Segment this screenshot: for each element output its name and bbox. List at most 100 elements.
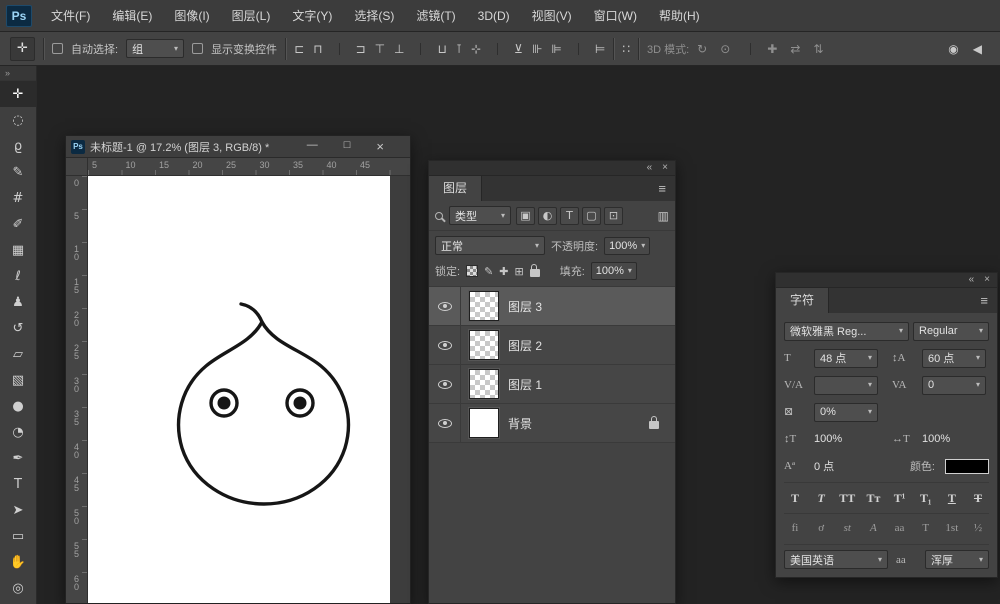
kerning-field[interactable]: ▾ xyxy=(814,375,878,395)
document-titlebar[interactable]: Ps 未标题-1 @ 17.2% (图层 3, RGB/8) * — □ × xyxy=(66,136,410,158)
layer-row[interactable]: 图层 3 xyxy=(429,287,675,326)
language-dropdown[interactable]: 美国英语 ▾ xyxy=(784,550,888,569)
text-color-swatch[interactable] xyxy=(945,458,989,474)
distribute-left-edges-icon[interactable]: ⊪ xyxy=(532,43,542,55)
current-tool-icon[interactable]: ✛ xyxy=(10,36,35,61)
3d-drag-icon[interactable]: ✚ xyxy=(750,42,777,55)
leading-field[interactable]: 60 点 ▾ xyxy=(922,348,986,368)
antialias-dropdown[interactable]: 浑厚 ▾ xyxy=(925,550,989,569)
options-bar-extra-icon-1[interactable]: ◉ xyxy=(948,43,958,55)
opacity-field[interactable]: 100% ▾ xyxy=(604,236,651,255)
close-button[interactable]: × xyxy=(376,140,384,153)
layer-visibility-toggle[interactable] xyxy=(429,326,461,364)
move-tool[interactable]: ✛ xyxy=(0,81,36,107)
blend-mode-dropdown[interactable]: 正常 ▾ xyxy=(435,236,545,255)
dodge-tool[interactable]: ◔ xyxy=(0,419,36,445)
vertical-scale-value[interactable]: 100% xyxy=(814,433,878,445)
menu-view[interactable]: 视图(V) xyxy=(521,1,583,31)
auto-align-layers-icon[interactable]: ∷ xyxy=(622,43,630,55)
font-size-field[interactable]: 48 点 ▾ xyxy=(814,348,878,368)
auto-select-checkbox[interactable] xyxy=(52,43,63,54)
layer-thumbnail[interactable] xyxy=(469,291,499,321)
lasso-tool[interactable]: ϱ xyxy=(0,133,36,159)
lock-position-icon[interactable]: ✚ xyxy=(499,266,508,277)
distribute-top-edges-icon[interactable]: ⊺ xyxy=(456,43,462,55)
discretionary-ligatures-button[interactable]: st xyxy=(836,519,858,538)
align-right-edges-icon[interactable]: ⊐ xyxy=(338,42,366,55)
font-style-dropdown[interactable]: Regular ▾ xyxy=(913,321,989,341)
align-left-edges-icon[interactable]: ⊏ xyxy=(294,43,304,55)
menu-select[interactable]: 选择(S) xyxy=(343,1,405,31)
blur-tool[interactable]: ● xyxy=(0,393,36,419)
swash-button[interactable]: A xyxy=(862,519,884,538)
filter-pixel-layers-icon[interactable]: ▣ xyxy=(516,206,535,225)
clone-stamp-tool[interactable]: ♟ xyxy=(0,289,36,315)
contextual-alternates-button[interactable]: ơ xyxy=(810,519,832,538)
menu-file[interactable]: 文件(F) xyxy=(40,1,101,31)
canvas-area[interactable] xyxy=(88,176,410,603)
faux-bold-button[interactable]: T xyxy=(784,488,806,507)
filter-adjustment-layers-icon[interactable]: ◐ xyxy=(538,206,557,225)
layer-visibility-toggle[interactable] xyxy=(429,404,461,442)
stylistic-alternates-button[interactable]: aa xyxy=(889,519,911,538)
align-top-edges-icon[interactable]: ⊤ xyxy=(375,43,385,55)
tracking-field[interactable]: 0 ▾ xyxy=(922,375,986,395)
gradient-tool[interactable]: ▧ xyxy=(0,367,36,393)
distribute-right-edges-icon[interactable]: ⊨ xyxy=(577,42,605,55)
eraser-tool[interactable]: ▱ xyxy=(0,341,36,367)
ordinals-button[interactable]: 1st xyxy=(941,519,963,538)
lock-all-icon[interactable] xyxy=(529,264,540,277)
distribute-horizontal-centers-icon[interactable]: ⊫ xyxy=(551,43,561,55)
show-transform-checkbox[interactable] xyxy=(192,43,204,54)
eyedropper-tool[interactable]: ✐ xyxy=(0,211,36,237)
underline-button[interactable]: T xyxy=(941,488,963,507)
baseline-shift-value[interactable]: 0 点 xyxy=(814,458,878,474)
distribute-vertical-centers-icon[interactable]: ⊹ xyxy=(471,43,481,55)
filter-shape-layers-icon[interactable]: ▢ xyxy=(582,206,601,225)
toolbox-collapse-button[interactable]: » xyxy=(0,66,36,81)
elliptical-marquee-tool[interactable]: ◌ xyxy=(0,107,36,133)
menu-filter[interactable]: 滤镜(T) xyxy=(405,1,466,31)
lock-image-pixels-icon[interactable]: ✎ xyxy=(484,266,493,277)
distribute-bottom-edges-icon[interactable]: ⊻ xyxy=(497,42,523,55)
path-selection-tool[interactable]: ➤ xyxy=(0,497,36,523)
lock-artboard-icon[interactable]: ⊞ xyxy=(515,266,524,277)
3d-rotate-icon[interactable]: ↻ xyxy=(697,43,707,55)
titling-alternates-button[interactable]: T xyxy=(915,519,937,538)
rectangle-tool[interactable]: ▭ xyxy=(0,523,36,549)
crop-tool[interactable]: # xyxy=(0,185,36,211)
layer-visibility-toggle[interactable] xyxy=(429,365,461,403)
panel-menu-icon[interactable]: ≡ xyxy=(971,288,997,313)
menu-help[interactable]: 帮助(H) xyxy=(648,1,711,31)
collapse-panel-icon[interactable]: « xyxy=(647,163,653,173)
menu-window[interactable]: 窗口(W) xyxy=(583,1,648,31)
3d-slide-icon[interactable]: ⇄ xyxy=(790,43,800,55)
tab-layers[interactable]: 图层 xyxy=(429,176,483,201)
tab-character[interactable]: 字符 xyxy=(776,288,830,313)
filter-smart-objects-icon[interactable]: ⊡ xyxy=(604,206,623,225)
align-vertical-centers-icon[interactable]: ⊥ xyxy=(394,43,404,55)
proportional-spacing-field[interactable]: 0% ▾ xyxy=(814,402,878,422)
spot-healing-brush-tool[interactable]: ▦ xyxy=(0,237,36,263)
layer-row[interactable]: 背景 xyxy=(429,404,675,443)
collapse-panel-icon[interactable]: « xyxy=(969,275,975,285)
fill-field[interactable]: 100% ▾ xyxy=(590,262,637,280)
close-panel-icon[interactable]: × xyxy=(984,275,990,285)
align-horizontal-centers-icon[interactable]: ⊓ xyxy=(313,43,322,55)
3d-scale-icon[interactable]: ⇅ xyxy=(813,43,823,55)
lock-transparent-pixels-icon[interactable] xyxy=(466,265,479,277)
auto-select-dropdown[interactable]: 组 ▾ xyxy=(126,39,185,58)
panel-menu-icon[interactable]: ≡ xyxy=(649,176,675,201)
options-bar-extra-icon-2[interactable]: ◀ xyxy=(973,43,982,55)
hand-tool[interactable]: ✋ xyxy=(0,549,36,575)
layer-row[interactable]: 图层 1 xyxy=(429,365,675,404)
standard-ligatures-button[interactable]: fi xyxy=(784,519,806,538)
all-caps-button[interactable]: TT xyxy=(836,488,858,507)
pen-tool[interactable]: ✒ xyxy=(0,445,36,471)
menu-layer[interactable]: 图层(L) xyxy=(221,1,282,31)
maximize-button[interactable]: □ xyxy=(344,140,351,153)
quick-selection-tool[interactable]: ✎ xyxy=(0,159,36,185)
menu-edit[interactable]: 编辑(E) xyxy=(101,1,163,31)
minimize-button[interactable]: — xyxy=(307,140,318,153)
layer-thumbnail[interactable] xyxy=(469,369,499,399)
